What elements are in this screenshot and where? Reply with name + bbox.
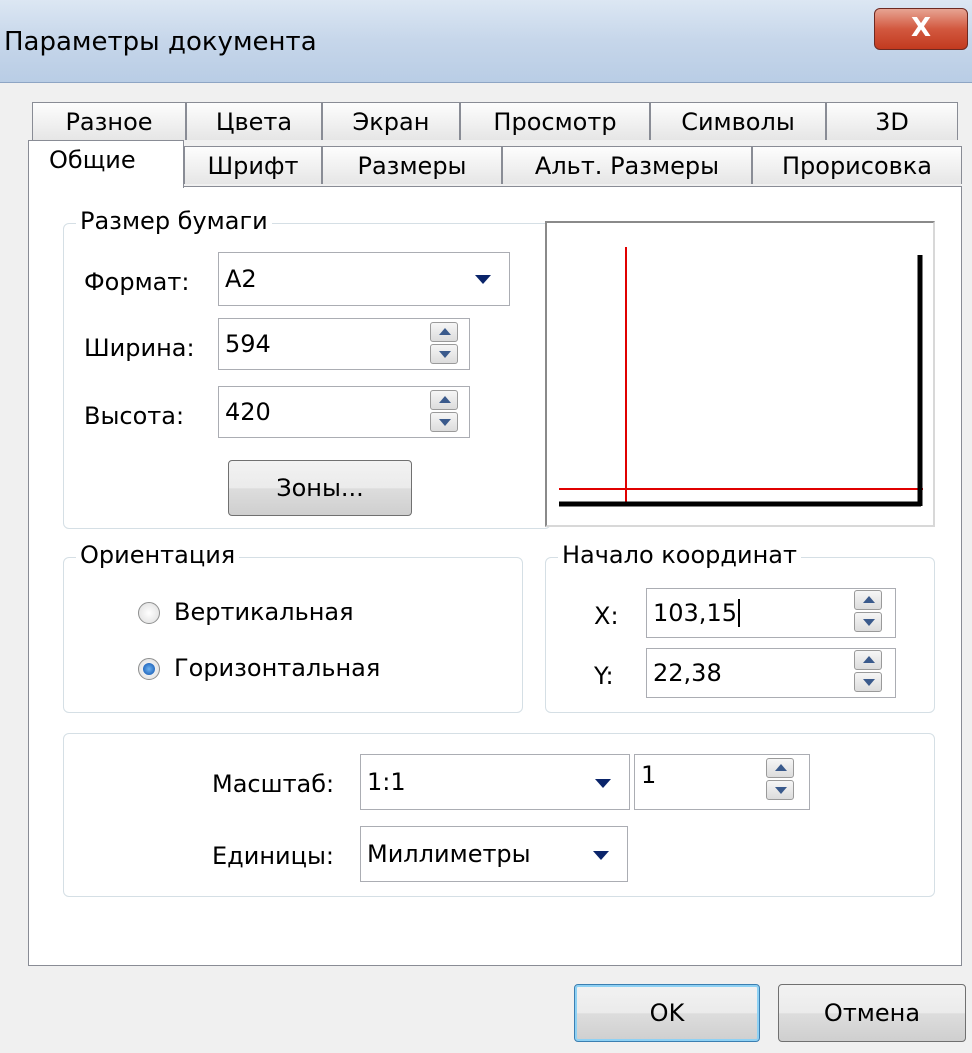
x-label: X: <box>594 602 619 630</box>
units-label: Единицы: <box>212 842 335 870</box>
format-value: A2 <box>225 265 257 293</box>
spin-up-icon[interactable] <box>766 758 794 778</box>
radio-vertical[interactable] <box>138 602 160 624</box>
tab-font[interactable]: Шрифт <box>184 146 322 184</box>
spin-up-icon[interactable] <box>854 590 882 610</box>
origin-x-spinner[interactable] <box>854 590 884 634</box>
spin-down-icon[interactable] <box>430 344 458 364</box>
paper-preview <box>545 221 935 527</box>
units-select[interactable]: Миллиметры <box>360 826 628 882</box>
tab-screen[interactable]: Экран <box>322 102 460 140</box>
units-value: Миллиметры <box>367 840 531 868</box>
paper-size-group: Размер бумаги Формат: A2 Ширина: 594 Выс… <box>63 207 551 529</box>
origin-group: Начало координат X: 103,15 Y: 22,38 <box>545 541 935 713</box>
scale-label: Масштаб: <box>212 770 335 798</box>
title-bar: Параметры документа X <box>0 0 972 83</box>
orientation-legend: Ориентация <box>76 541 240 569</box>
close-button[interactable]: X <box>874 8 968 50</box>
spin-up-icon[interactable] <box>430 390 458 410</box>
origin-legend: Начало координат <box>558 541 801 569</box>
tab-alt-sizes[interactable]: Альт. Размеры <box>502 146 752 184</box>
spin-down-icon[interactable] <box>854 612 882 632</box>
format-select[interactable]: A2 <box>218 252 510 306</box>
spin-down-icon[interactable] <box>854 672 882 692</box>
dropdown-arrow-icon <box>475 275 491 284</box>
paper-size-legend: Размер бумаги <box>76 207 272 235</box>
tab-rendering[interactable]: Прорисовка <box>752 146 962 184</box>
format-label: Формат: <box>84 268 190 296</box>
origin-x-value: 103,15 <box>653 599 737 627</box>
tab-panel-general: Размер бумаги Формат: A2 Ширина: 594 Выс… <box>28 186 962 966</box>
cancel-button[interactable]: Отмена <box>778 984 966 1042</box>
tab-preview[interactable]: Просмотр <box>460 102 650 140</box>
zones-button[interactable]: Зоны... <box>228 460 412 516</box>
dropdown-arrow-icon <box>595 779 611 788</box>
spin-down-icon[interactable] <box>766 780 794 800</box>
spin-up-icon[interactable] <box>430 322 458 342</box>
width-label: Ширина: <box>84 334 195 362</box>
tab-misc[interactable]: Разное <box>32 102 186 140</box>
spin-up-icon[interactable] <box>854 650 882 670</box>
vertical-label[interactable]: Вертикальная <box>174 598 354 626</box>
tab-3d[interactable]: 3D <box>826 102 958 140</box>
preview-canvas <box>559 247 923 507</box>
text-caret <box>737 599 740 627</box>
orientation-group: Ориентация Вертикальная Горизонтальная <box>63 541 523 713</box>
close-icon: X <box>910 13 932 43</box>
y-label: Y: <box>594 662 614 690</box>
spin-down-icon[interactable] <box>430 412 458 432</box>
height-spinner[interactable] <box>430 390 460 434</box>
horizontal-label[interactable]: Горизонтальная <box>174 654 380 682</box>
radio-horizontal[interactable] <box>138 658 160 680</box>
tab-colors[interactable]: Цвета <box>186 102 322 140</box>
height-label: Высота: <box>84 402 185 430</box>
height-value: 420 <box>225 398 271 426</box>
dropdown-arrow-icon <box>593 851 609 860</box>
window-title: Параметры документа <box>4 27 317 57</box>
width-value: 594 <box>225 330 271 358</box>
origin-y-value: 22,38 <box>653 659 722 687</box>
scale-factor-value: 1 <box>641 761 657 789</box>
scale-select[interactable]: 1:1 <box>360 754 630 810</box>
scale-group: Масштаб: 1:1 1 Единицы: Миллиметры <box>63 733 935 897</box>
ok-button[interactable]: OK <box>574 984 760 1042</box>
tab-sizes[interactable]: Размеры <box>322 146 502 184</box>
tab-general[interactable]: Общие <box>28 140 184 188</box>
scale-value: 1:1 <box>367 768 406 796</box>
width-spinner[interactable] <box>430 322 460 366</box>
origin-y-spinner[interactable] <box>854 650 884 694</box>
scale-factor-spinner[interactable] <box>766 758 796 802</box>
tab-symbols[interactable]: Символы <box>650 102 826 140</box>
